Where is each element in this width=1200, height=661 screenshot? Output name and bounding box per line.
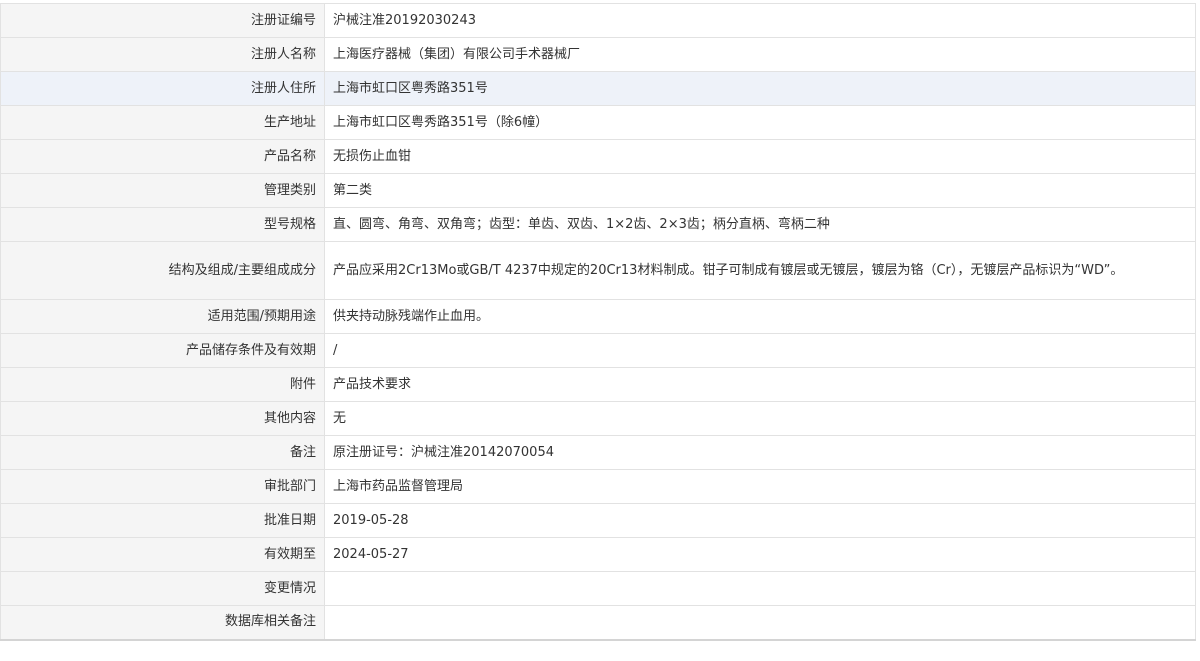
table-row-production-address: 生产地址 上海市虹口区粤秀路351号（除6幢） (0, 105, 1196, 140)
table-row-structure-composition: 结构及组成/主要组成成分 产品应采用2Cr13Mo或GB/T 4237中规定的2… (0, 241, 1196, 300)
row-label: 注册证编号 (0, 3, 325, 38)
row-label: 备注 (0, 435, 325, 470)
table-row-other-content: 其他内容 无 (0, 401, 1196, 436)
row-label: 生产地址 (0, 105, 325, 140)
row-value: 上海市虹口区粤秀路351号 (324, 71, 1196, 106)
table-row-change-status: 变更情况 (0, 571, 1196, 606)
row-label: 型号规格 (0, 207, 325, 242)
row-value: 第二类 (324, 173, 1196, 208)
table-row-remarks: 备注 原注册证号：沪械注准20142070054 (0, 435, 1196, 470)
registration-detail-table: 注册证编号 沪械注准20192030243 注册人名称 上海医疗器械（集团）有限… (0, 3, 1196, 641)
row-value: 上海市药品监督管理局 (324, 469, 1196, 504)
row-value: / (324, 333, 1196, 368)
table-row-registrant-name: 注册人名称 上海医疗器械（集团）有限公司手术器械厂 (0, 37, 1196, 72)
row-value: 2019-05-28 (324, 503, 1196, 538)
row-value: 上海医疗器械（集团）有限公司手术器械厂 (324, 37, 1196, 72)
row-label: 管理类别 (0, 173, 325, 208)
row-value: 产品应采用2Cr13Mo或GB/T 4237中规定的20Cr13材料制成。钳子可… (324, 241, 1196, 300)
row-label: 结构及组成/主要组成成分 (0, 241, 325, 300)
row-label: 适用范围/预期用途 (0, 299, 325, 334)
row-label: 批准日期 (0, 503, 325, 538)
row-label: 审批部门 (0, 469, 325, 504)
row-value (324, 605, 1196, 641)
table-row-model-specification: 型号规格 直、圆弯、角弯、双角弯；齿型：单齿、双齿、1×2齿、2×3齿；柄分直柄… (0, 207, 1196, 242)
row-value: 上海市虹口区粤秀路351号（除6幢） (324, 105, 1196, 140)
row-value: 2024-05-27 (324, 537, 1196, 572)
row-value: 原注册证号：沪械注准20142070054 (324, 435, 1196, 470)
row-label: 数据库相关备注 (0, 605, 325, 641)
row-label: 产品名称 (0, 139, 325, 174)
table-row-registration-number: 注册证编号 沪械注准20192030243 (0, 3, 1196, 38)
table-row-product-name: 产品名称 无损伤止血钳 (0, 139, 1196, 174)
row-value (324, 571, 1196, 606)
table-row-intended-use: 适用范围/预期用途 供夹持动脉残端作止血用。 (0, 299, 1196, 334)
table-row-approval-department: 审批部门 上海市药品监督管理局 (0, 469, 1196, 504)
row-value: 无 (324, 401, 1196, 436)
row-label: 产品储存条件及有效期 (0, 333, 325, 368)
row-value: 产品技术要求 (324, 367, 1196, 402)
table-row-management-category: 管理类别 第二类 (0, 173, 1196, 208)
row-label: 注册人住所 (0, 71, 325, 106)
row-label: 附件 (0, 367, 325, 402)
row-value: 直、圆弯、角弯、双角弯；齿型：单齿、双齿、1×2齿、2×3齿；柄分直柄、弯柄二种 (324, 207, 1196, 242)
table-row-registrant-address: 注册人住所 上海市虹口区粤秀路351号 (0, 71, 1196, 106)
table-row-attachment: 附件 产品技术要求 (0, 367, 1196, 402)
row-value: 无损伤止血钳 (324, 139, 1196, 174)
row-label: 其他内容 (0, 401, 325, 436)
row-label: 有效期至 (0, 537, 325, 572)
table-row-storage-validity: 产品储存条件及有效期 / (0, 333, 1196, 368)
row-label: 注册人名称 (0, 37, 325, 72)
row-value: 沪械注准20192030243 (324, 3, 1196, 38)
table-row-database-notes: 数据库相关备注 (0, 605, 1196, 641)
table-row-valid-until: 有效期至 2024-05-27 (0, 537, 1196, 572)
row-label: 变更情况 (0, 571, 325, 606)
table-row-approval-date: 批准日期 2019-05-28 (0, 503, 1196, 538)
row-value: 供夹持动脉残端作止血用。 (324, 299, 1196, 334)
